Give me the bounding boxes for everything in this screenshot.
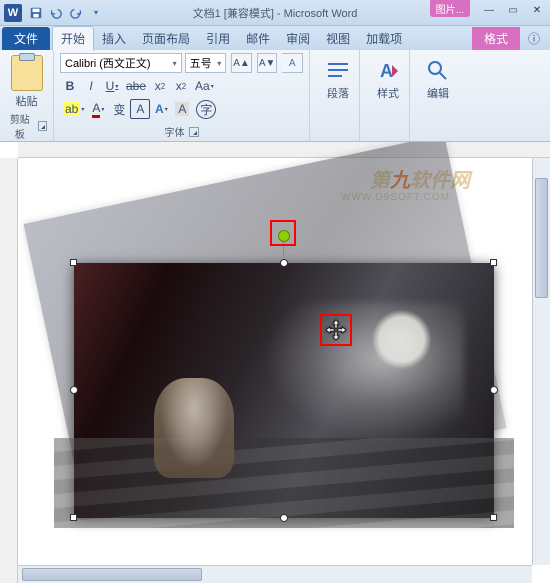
char-shading-button[interactable]: A bbox=[172, 99, 192, 119]
resize-handle-nw[interactable] bbox=[70, 259, 77, 266]
tab-addins[interactable]: 加载项 bbox=[358, 27, 410, 50]
clipboard-group-label: 剪贴板 bbox=[6, 111, 34, 141]
picture-tools-badge: 图片... bbox=[430, 0, 470, 17]
shrink-font-button[interactable]: A▼ bbox=[257, 53, 278, 73]
clipboard-icon bbox=[11, 55, 43, 91]
resize-handle-e[interactable] bbox=[490, 386, 498, 394]
resize-handle-n[interactable] bbox=[280, 259, 288, 267]
phonetic-guide-button[interactable]: 变 bbox=[109, 99, 129, 119]
svg-text:A: A bbox=[380, 61, 393, 81]
redo-icon[interactable] bbox=[67, 4, 85, 22]
word-app-icon: W bbox=[4, 4, 22, 22]
font-dialog-launcher[interactable] bbox=[189, 127, 199, 137]
group-editing: 编辑 bbox=[410, 50, 460, 141]
bold-button[interactable]: B bbox=[60, 76, 80, 96]
titlebar: W ▾ 文档1 [兼容模式] - Microsoft Word 图片... — … bbox=[0, 0, 550, 26]
group-paragraph: 段落 bbox=[310, 50, 360, 141]
font-size-combo[interactable]: 五号▾ bbox=[185, 53, 227, 73]
underline-button[interactable]: U▾ bbox=[102, 76, 122, 96]
annotation-rotation-box bbox=[270, 220, 296, 246]
page-canvas[interactable]: 第九软件网 WWW.D9SOFT.COM bbox=[18, 158, 530, 563]
scrollbar-thumb-v[interactable] bbox=[535, 178, 548, 298]
save-icon[interactable] bbox=[27, 4, 45, 22]
group-font: Calibri (西文正文)▾ 五号▾ A▲ A▼ A B I U▾ abe x… bbox=[54, 50, 310, 141]
group-styles: A 样式 bbox=[360, 50, 410, 141]
help-icon[interactable]: ⓘ bbox=[524, 27, 544, 50]
font-group-label: 字体 bbox=[165, 124, 185, 139]
tab-view[interactable]: 视图 bbox=[318, 27, 358, 50]
char-border-button[interactable]: A bbox=[130, 99, 150, 119]
clipboard-dialog-launcher[interactable] bbox=[38, 121, 47, 131]
resize-handle-sw[interactable] bbox=[70, 514, 77, 521]
close-button[interactable]: ✕ bbox=[526, 2, 548, 18]
superscript-button[interactable]: x2 bbox=[171, 76, 191, 96]
undo-icon[interactable] bbox=[47, 4, 65, 22]
tab-home[interactable]: 开始 bbox=[52, 26, 94, 51]
strikethrough-button[interactable]: abe bbox=[123, 76, 149, 96]
maximize-button[interactable]: ▭ bbox=[502, 2, 524, 18]
paste-button[interactable]: 粘贴 bbox=[6, 53, 47, 109]
highlight-button[interactable]: ab▾ bbox=[60, 99, 87, 119]
italic-button[interactable]: I bbox=[81, 76, 101, 96]
enclose-char-button[interactable]: 字 bbox=[193, 99, 219, 119]
grow-font-button[interactable]: A▲ bbox=[231, 53, 252, 73]
qat-customize-icon[interactable]: ▾ bbox=[87, 4, 105, 22]
selected-image[interactable] bbox=[74, 263, 494, 518]
subscript-button[interactable]: x2 bbox=[150, 76, 170, 96]
tab-format[interactable]: 格式 bbox=[472, 27, 520, 50]
tab-review[interactable]: 审阅 bbox=[278, 27, 318, 50]
font-name-combo[interactable]: Calibri (西文正文)▾ bbox=[60, 53, 182, 73]
window-title: 文档1 [兼容模式] - Microsoft Word bbox=[193, 5, 358, 21]
font-color-button[interactable]: A▾ bbox=[88, 99, 108, 119]
scrollbar-thumb-h[interactable] bbox=[22, 568, 202, 581]
resize-handle-ne[interactable] bbox=[490, 259, 497, 266]
horizontal-ruler[interactable] bbox=[18, 142, 550, 158]
group-clipboard: 粘贴 剪贴板 bbox=[0, 50, 54, 141]
styles-button[interactable]: A 样式 bbox=[366, 53, 410, 101]
tab-mailings[interactable]: 邮件 bbox=[238, 27, 278, 50]
resize-handle-se[interactable] bbox=[490, 514, 497, 521]
editing-button[interactable]: 编辑 bbox=[416, 53, 460, 101]
paragraph-button[interactable]: 段落 bbox=[316, 53, 360, 101]
move-cursor-icon bbox=[325, 319, 347, 341]
tab-page-layout[interactable]: 页面布局 bbox=[134, 27, 198, 50]
paste-label: 粘贴 bbox=[16, 93, 38, 109]
clear-formatting-button[interactable]: A bbox=[282, 53, 303, 73]
horizontal-scrollbar[interactable] bbox=[18, 565, 532, 583]
resize-handle-s[interactable] bbox=[280, 514, 288, 522]
ribbon-tabs: 文件 开始 插入 页面布局 引用 邮件 审阅 视图 加载项 格式 ⓘ bbox=[0, 26, 550, 50]
tab-file[interactable]: 文件 bbox=[2, 27, 50, 50]
document-area: 第九软件网 WWW.D9SOFT.COM bbox=[0, 142, 550, 583]
change-case-button[interactable]: Aa▾ bbox=[192, 76, 217, 96]
vertical-ruler[interactable] bbox=[0, 158, 18, 583]
text-effects-button[interactable]: A▾ bbox=[151, 99, 171, 119]
tab-insert[interactable]: 插入 bbox=[94, 27, 134, 50]
minimize-button[interactable]: — bbox=[478, 2, 500, 18]
vertical-scrollbar[interactable] bbox=[532, 158, 550, 565]
tab-references[interactable]: 引用 bbox=[198, 27, 238, 50]
ribbon: 粘贴 剪贴板 Calibri (西文正文)▾ 五号▾ A▲ A▼ A B I U… bbox=[0, 50, 550, 142]
resize-handle-w[interactable] bbox=[70, 386, 78, 394]
